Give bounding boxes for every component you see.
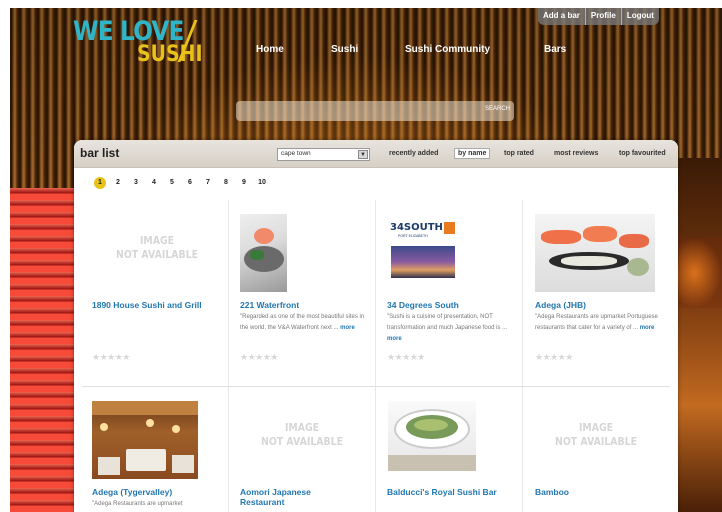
na-text-line2: NOT AVAILABLE — [261, 435, 343, 448]
bar-description: "Adega Restaurants are upmarket — [92, 501, 183, 507]
page-10[interactable]: 10 — [256, 177, 268, 189]
bar-card[interactable]: Adega (Tygervalley) "Adega Restaurants a… — [82, 387, 229, 512]
bar-description: "Sushi is a cuisine of presentation, NOT… — [387, 312, 513, 345]
bar-name[interactable]: Adega (JHB) — [535, 300, 665, 310]
panel-title: bar list — [80, 146, 120, 160]
logo-subtext: PORT ELIZABETH — [398, 234, 428, 238]
sort-by-name[interactable]: by name — [454, 148, 491, 159]
na-text-line1: IMAGE — [139, 234, 175, 247]
bar-card[interactable]: IMAGE NOT AVAILABLE 1890 House Sushi and… — [82, 200, 229, 386]
bar-name[interactable]: Bamboo — [535, 487, 665, 497]
bar-thumbnail-image[interactable] — [388, 401, 476, 471]
logout-link[interactable]: Logout — [622, 8, 659, 25]
na-text-line2: NOT AVAILABLE — [555, 435, 637, 448]
rating-stars[interactable]: ★★★★★ — [92, 352, 130, 363]
site-logo[interactable]: WE LOVE SUSHI — [73, 18, 213, 66]
bar-name[interactable]: Adega (Tygervalley) — [92, 487, 222, 497]
sort-top-favourited[interactable]: top favourited — [616, 149, 669, 158]
na-text-line1: IMAGE — [284, 421, 320, 434]
page-2[interactable]: 2 — [112, 177, 124, 189]
page-6[interactable]: 6 — [184, 177, 196, 189]
main-nav: Home Sushi Sushi Community Bars — [0, 44, 722, 58]
background-red-wall — [10, 188, 82, 512]
add-bar-link[interactable]: Add a bar — [538, 8, 586, 25]
page-1[interactable]: 1 — [94, 177, 106, 189]
bar-name[interactable]: 1890 House Sushi and Grill — [92, 300, 222, 310]
bar-name[interactable]: 221 Waterfront — [240, 300, 370, 310]
account-bar: Add a bar Profile Logout — [538, 8, 659, 25]
sort-top-rated[interactable]: top rated — [501, 149, 537, 158]
nav-sushi-community[interactable]: Sushi Community — [405, 44, 490, 55]
city-select-value: cape town — [281, 150, 311, 157]
search-bar: SEARCH — [236, 101, 514, 121]
rating-stars[interactable]: ★★★★★ — [240, 352, 278, 363]
na-text-line2: NOT AVAILABLE — [116, 248, 198, 261]
bar-description: "Regarded as one of the most beautiful s… — [240, 312, 366, 334]
bar-card[interactable]: 34SOUTH PORT ELIZABETH 34 Degrees South … — [376, 200, 523, 386]
bar-list-panel: bar list cape town ▼ recently added by n… — [74, 140, 678, 512]
na-text-line1: IMAGE — [578, 421, 614, 434]
bar-thumbnail-image[interactable] — [535, 214, 655, 292]
bar-thumbnail-image[interactable] — [92, 401, 198, 479]
bar-name[interactable]: 34 Degrees South — [387, 300, 517, 310]
page-5[interactable]: 5 — [166, 177, 178, 189]
bar-card[interactable]: Adega (JHB) "Adega Restaurants are upmar… — [523, 200, 670, 386]
sort-most-reviews[interactable]: most reviews — [551, 149, 601, 158]
city-select[interactable]: cape town ▼ — [277, 148, 370, 161]
bar-thumbnail-image[interactable] — [240, 214, 287, 292]
bar-card[interactable]: Balducci's Royal Sushi Bar — [376, 387, 523, 512]
image-not-available: IMAGE NOT AVAILABLE — [541, 421, 652, 449]
bar-description: "Adega Restaurants are upmarket Portugue… — [535, 312, 659, 334]
nav-bars[interactable]: Bars — [544, 44, 566, 55]
page-7[interactable]: 7 — [202, 177, 214, 189]
search-button[interactable]: SEARCH — [485, 106, 510, 112]
bar-name[interactable]: Balducci's Royal Sushi Bar — [387, 487, 517, 497]
bar-description-text: "Sushi is a cuisine of presentation, NOT… — [387, 314, 508, 331]
page-9[interactable]: 9 — [238, 177, 250, 189]
bar-card[interactable]: IMAGE NOT AVAILABLE Bamboo — [523, 387, 670, 512]
nav-home[interactable]: Home — [256, 44, 284, 55]
more-link[interactable]: more — [340, 325, 355, 331]
pagination: 1 2 3 4 5 6 7 8 9 10 — [94, 176, 268, 190]
page-3[interactable]: 3 — [130, 177, 142, 189]
rating-stars[interactable]: ★★★★★ — [387, 352, 425, 363]
search-input[interactable] — [242, 104, 472, 118]
rating-stars[interactable]: ★★★★★ — [535, 352, 573, 363]
logo-text-line1: WE LOVE — [73, 16, 184, 47]
page-8[interactable]: 8 — [220, 177, 232, 189]
sort-recently-added[interactable]: recently added — [386, 149, 441, 158]
page-4[interactable]: 4 — [148, 177, 160, 189]
chevron-down-icon: ▼ — [358, 150, 368, 159]
more-link[interactable]: more — [387, 336, 402, 342]
bar-name[interactable]: Aomori Japanese Restaurant — [240, 487, 336, 507]
bar-thumbnail-image[interactable]: 34SOUTH PORT ELIZABETH — [390, 220, 456, 288]
image-not-available: IMAGE NOT AVAILABLE — [247, 421, 358, 449]
profile-link[interactable]: Profile — [586, 8, 622, 25]
image-not-available: IMAGE NOT AVAILABLE — [102, 234, 213, 262]
nav-sushi[interactable]: Sushi — [331, 44, 358, 55]
logo-text: 34SOUTH — [390, 222, 443, 233]
panel-header: bar list cape town ▼ recently added by n… — [74, 140, 678, 168]
bar-card[interactable]: IMAGE NOT AVAILABLE Aomori Japanese Rest… — [229, 387, 376, 512]
more-link[interactable]: more — [640, 325, 655, 331]
bar-card[interactable]: 221 Waterfront "Regarded as one of the m… — [229, 200, 376, 386]
